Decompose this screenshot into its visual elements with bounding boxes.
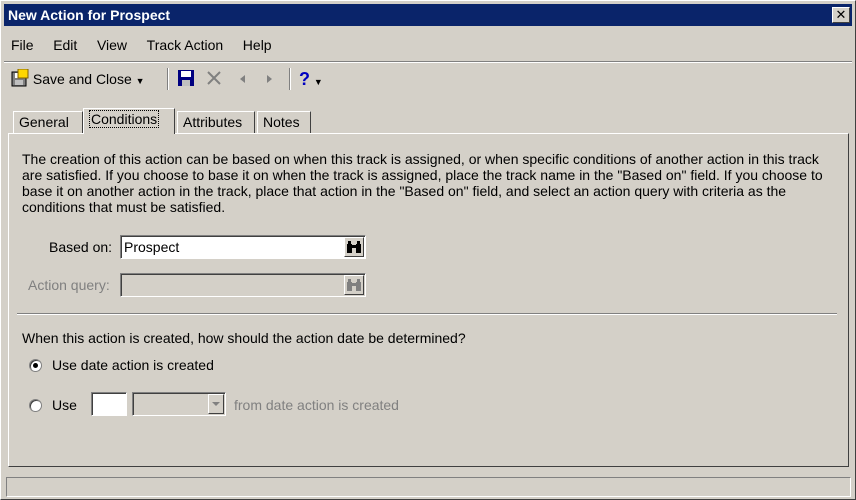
tab-conditions-label: Conditions	[89, 110, 160, 128]
window-title: New Action for Prospect	[8, 7, 171, 23]
save-and-close-icon	[11, 68, 29, 87]
tab-notes[interactable]: Notes	[257, 111, 311, 133]
previous-arrow-icon	[240, 75, 245, 83]
based-on-search-button[interactable]	[344, 237, 364, 257]
use-date-created-radio[interactable]	[29, 359, 42, 372]
based-on-label: Based on:	[49, 239, 113, 255]
save-and-close-label: Save and Close	[32, 71, 132, 87]
based-on-value: Prospect	[124, 239, 180, 255]
tab-conditions[interactable]: Conditions	[83, 108, 175, 134]
binoculars-icon	[347, 279, 361, 291]
previous-button[interactable]	[237, 67, 253, 91]
action-query-label: Action query:	[28, 277, 110, 293]
close-icon: ✕	[835, 7, 847, 22]
chevron-down-icon	[212, 402, 220, 406]
save-and-close-button[interactable]: Save and Close ▼	[11, 67, 161, 91]
floppy-disk-icon	[178, 70, 194, 86]
save-button[interactable]	[177, 67, 197, 91]
menu-file[interactable]: File	[11, 37, 34, 53]
offset-unit-dropdown-button[interactable]	[208, 394, 224, 414]
offset-unit-select[interactable]	[132, 392, 226, 416]
tab-attributes[interactable]: Attributes	[177, 111, 255, 133]
date-question-text: When this action is created, how should …	[22, 330, 466, 346]
menu-track-action[interactable]: Track Action	[147, 37, 224, 53]
action-query-field[interactable]	[120, 273, 366, 297]
radio-selected-dot	[33, 363, 38, 368]
menu-help[interactable]: Help	[243, 37, 272, 53]
use-offset-radio[interactable]	[29, 399, 42, 412]
offset-number-field[interactable]	[91, 392, 127, 416]
binoculars-icon	[347, 241, 361, 253]
menu-bar: File Edit View Track Action Help	[5, 37, 282, 57]
menu-edit[interactable]: Edit	[53, 37, 77, 53]
toolbar: Save and Close ▼ ? ▼	[9, 65, 409, 93]
conditions-description: The creation of this action can be based…	[22, 151, 823, 215]
conditions-panel: The creation of this action can be based…	[8, 133, 849, 467]
tab-general-label: General	[19, 114, 69, 130]
help-button[interactable]: ? ▼	[299, 67, 329, 91]
next-button[interactable]	[263, 67, 279, 91]
delete-button[interactable]	[205, 67, 225, 91]
tab-notes-label: Notes	[263, 114, 300, 130]
section-divider	[17, 313, 837, 315]
use-offset-label[interactable]: Use	[52, 397, 77, 413]
close-button[interactable]: ✕	[832, 7, 850, 23]
use-date-created-label[interactable]: Use date action is created	[52, 357, 214, 373]
help-question-icon: ?	[299, 69, 310, 89]
menu-view[interactable]: View	[97, 37, 127, 53]
based-on-field[interactable]: Prospect	[120, 235, 366, 259]
title-bar[interactable]: New Action for Prospect ✕	[4, 4, 852, 26]
offset-suffix-text: from date action is created	[234, 397, 399, 413]
tab-general[interactable]: General	[13, 111, 83, 133]
dialog-window: New Action for Prospect ✕ File Edit View…	[0, 0, 856, 500]
dropdown-arrow-icon[interactable]: ▼	[136, 76, 145, 86]
delete-x-icon	[207, 71, 221, 85]
status-bar	[6, 477, 851, 497]
tab-attributes-label: Attributes	[183, 114, 243, 130]
toolbar-separator	[289, 68, 291, 90]
dropdown-arrow-icon[interactable]: ▼	[314, 77, 323, 87]
next-arrow-icon	[267, 75, 272, 83]
action-query-search-button[interactable]	[344, 275, 364, 295]
toolbar-divider	[4, 61, 852, 63]
toolbar-separator	[167, 68, 169, 90]
